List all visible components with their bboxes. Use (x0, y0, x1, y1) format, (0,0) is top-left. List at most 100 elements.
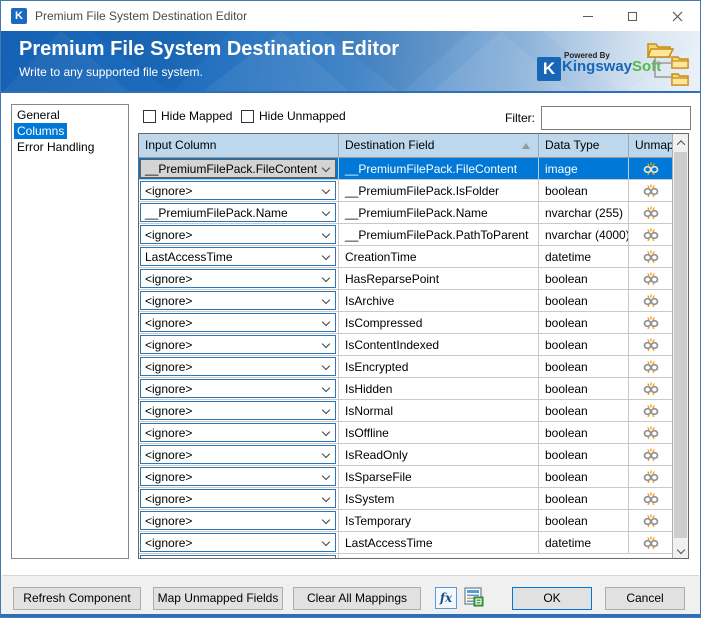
input-column-value: <ignore> (145, 448, 193, 462)
input-column-select[interactable]: <ignore> (140, 533, 336, 552)
input-column-select[interactable]: <ignore> (140, 445, 336, 464)
unmap-button[interactable] (641, 469, 661, 485)
unmap-button[interactable] (641, 315, 661, 331)
header-input-column[interactable]: Input Column (139, 134, 339, 158)
input-column-select[interactable]: <ignore> (140, 291, 336, 310)
input-column-value: <ignore> (145, 272, 193, 286)
expression-editor-button[interactable]: fx (435, 587, 457, 609)
unmap-button[interactable] (641, 513, 661, 529)
unmap-button[interactable] (641, 403, 661, 419)
unmap-button[interactable] (641, 205, 661, 221)
input-column-cell: <ignore> (139, 400, 339, 421)
refresh-component-button[interactable]: Refresh Component (13, 587, 141, 610)
scroll-up-button[interactable] (673, 134, 688, 151)
input-column-select[interactable]: <ignore> (140, 181, 336, 200)
map-unmapped-fields-button[interactable]: Map Unmapped Fields (153, 587, 283, 610)
filter-input[interactable] (541, 106, 691, 130)
mapping-row[interactable]: <ignore> HasReparsePoint boolean (139, 268, 672, 290)
input-column-select[interactable]: <ignore> (140, 225, 336, 244)
unmap-button[interactable] (641, 491, 661, 507)
unmap-button[interactable] (641, 161, 661, 177)
unmap-icon (643, 426, 658, 439)
unmap-button[interactable] (641, 359, 661, 375)
input-column-select[interactable]: <ignore> (140, 269, 336, 288)
input-column-select[interactable]: <ignore> (140, 357, 336, 376)
input-column-cell: __PremiumFilePack.Name (139, 202, 339, 223)
unmap-button[interactable] (641, 183, 661, 199)
input-column-select[interactable]: __PremiumFilePack.Name (140, 203, 336, 222)
input-column-select[interactable]: <ignore> (140, 379, 336, 398)
mapping-row[interactable]: <ignore> LastAccessTime datetime (139, 532, 672, 554)
input-column-select[interactable]: <ignore> (140, 401, 336, 420)
input-column-select[interactable]: <ignore> (140, 423, 336, 442)
clear-all-mappings-button[interactable]: Clear All Mappings (293, 587, 421, 610)
mapping-row[interactable]: __PremiumFilePack.FileContent __PremiumFi… (139, 158, 672, 180)
sidebar-item-columns[interactable]: Columns (14, 123, 68, 139)
input-column-select[interactable]: <ignore> (140, 335, 336, 354)
mapping-row[interactable]: <ignore> IsTemporary boolean (139, 510, 672, 532)
ok-button[interactable]: OK (512, 587, 592, 610)
mapping-row[interactable]: <ignore> __PremiumFilePack.IsFolder boolea… (139, 180, 672, 202)
mapping-row[interactable]: <ignore> IsReadOnly boolean (139, 444, 672, 466)
mapping-row[interactable]: <ignore> IsCompressed boolean (139, 312, 672, 334)
input-column-cell (139, 554, 339, 558)
app-icon: K (11, 8, 27, 24)
unmap-button[interactable] (641, 447, 661, 463)
unmap-icon (643, 316, 658, 329)
sidebar-item-general[interactable]: General (14, 107, 63, 123)
header-unmap[interactable]: Unmap (629, 134, 674, 158)
input-column-select[interactable]: <ignore> (140, 511, 336, 530)
unmap-button[interactable] (641, 293, 661, 309)
header-destination-field[interactable]: Destination Field (339, 134, 539, 158)
mapping-row[interactable]: LastAccessTime CreationTime datetime (139, 246, 672, 268)
unmap-cell (629, 246, 672, 267)
vertical-scrollbar[interactable] (672, 134, 688, 558)
mapping-row[interactable]: <ignore> IsOffline boolean (139, 422, 672, 444)
unmap-button[interactable] (641, 381, 661, 397)
chevron-down-icon (321, 273, 331, 283)
header-data-type[interactable]: Data Type (539, 134, 629, 158)
mapping-row[interactable]: <ignore> IsSystem boolean (139, 488, 672, 510)
input-column-select[interactable]: __PremiumFilePack.FileContent (140, 159, 336, 178)
cancel-button[interactable]: Cancel (605, 587, 685, 610)
chevron-down-icon (321, 163, 331, 173)
field-report-button[interactable] (463, 587, 485, 609)
unmap-button[interactable] (641, 337, 661, 353)
input-column-value: <ignore> (145, 316, 193, 330)
unmap-icon (643, 338, 658, 351)
unmap-button[interactable] (641, 425, 661, 441)
window-bottom-border (1, 614, 700, 617)
hide-unmapped-checkbox[interactable]: Hide Unmapped (241, 108, 346, 124)
hide-mapped-checkbox[interactable]: Hide Mapped (143, 108, 232, 124)
mapping-row[interactable]: <ignore> __PremiumFilePack.PathToParent nv… (139, 224, 672, 246)
data-type-cell: datetime (539, 246, 629, 267)
input-column-select[interactable]: LastAccessTime (140, 247, 336, 266)
input-column-select[interactable]: <ignore> (140, 467, 336, 486)
unmap-icon (643, 228, 658, 241)
input-column-select[interactable]: <ignore> (140, 313, 336, 332)
unmap-button[interactable] (641, 249, 661, 265)
scroll-down-button[interactable] (673, 541, 688, 558)
mapping-row[interactable]: <ignore> IsHidden boolean (139, 378, 672, 400)
close-button[interactable] (655, 1, 700, 31)
data-type-cell: boolean (539, 466, 629, 487)
mapping-row[interactable]: __PremiumFilePack.Name __PremiumFilePack.… (139, 202, 672, 224)
data-type-cell: boolean (539, 510, 629, 531)
input-column-select[interactable]: <ignore> (140, 489, 336, 508)
mapping-row[interactable]: <ignore> IsContentIndexed boolean (139, 334, 672, 356)
unmap-button[interactable] (641, 271, 661, 287)
input-column-value: <ignore> (145, 294, 193, 308)
mapping-row[interactable]: <ignore> IsNormal boolean (139, 400, 672, 422)
sidebar-item-error-handling[interactable]: Error Handling (14, 139, 97, 155)
maximize-button[interactable] (610, 1, 655, 31)
unmap-button[interactable] (641, 227, 661, 243)
data-type-cell: boolean (539, 356, 629, 377)
mapping-row[interactable]: <ignore> IsEncrypted boolean (139, 356, 672, 378)
unmap-button[interactable] (641, 535, 661, 551)
unmap-icon (643, 162, 658, 175)
minimize-button[interactable] (565, 1, 610, 31)
mapping-row[interactable]: <ignore> IsSparseFile boolean (139, 466, 672, 488)
input-column-select[interactable] (140, 555, 336, 558)
mapping-row[interactable]: <ignore> IsArchive boolean (139, 290, 672, 312)
scrollbar-thumb[interactable] (674, 152, 687, 538)
